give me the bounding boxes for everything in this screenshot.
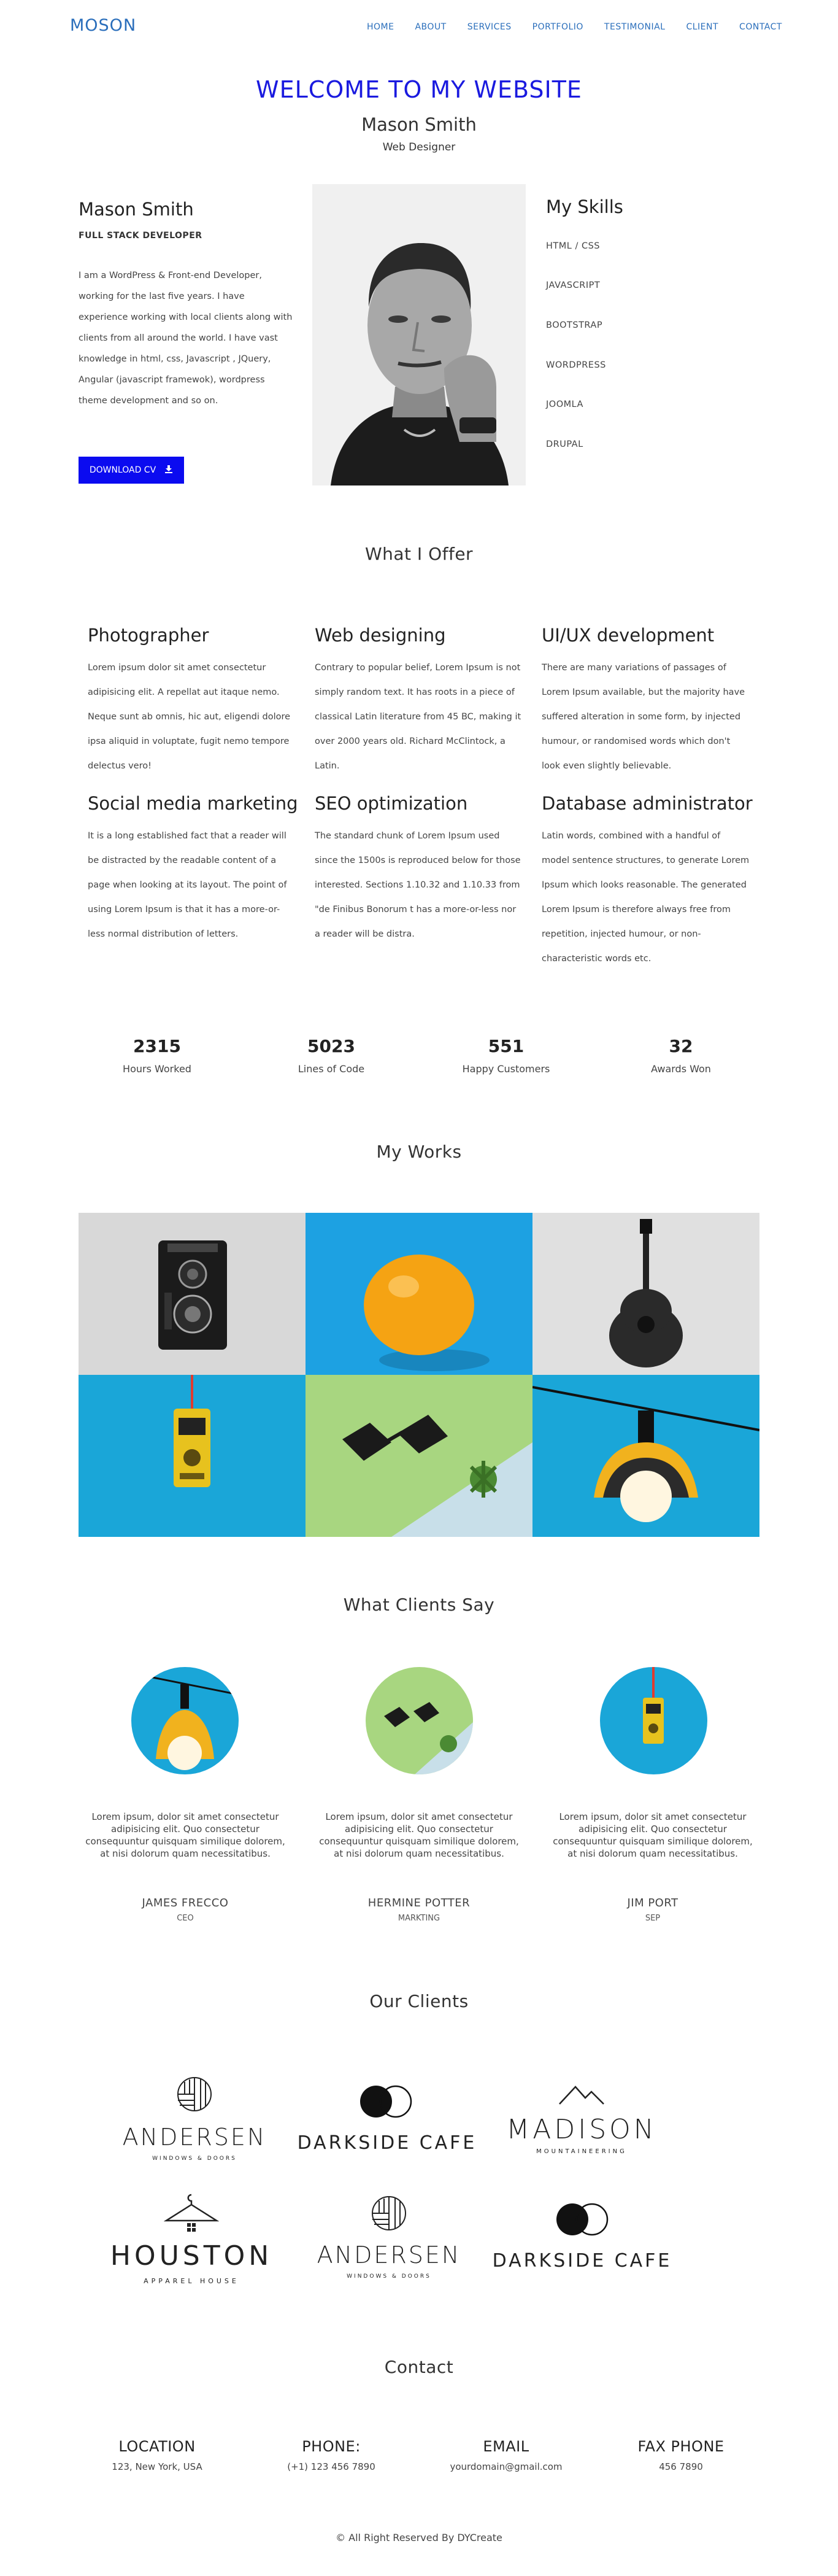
skills-title: My Skills: [546, 196, 623, 217]
about-bio: I am a WordPress & Front-end Developer, …: [79, 271, 293, 406]
portfolio-item-phone[interactable]: [79, 1375, 306, 1537]
contact-value[interactable]: yourdomain@gmail.com: [426, 2461, 586, 2472]
portfolio-item-lamp[interactable]: [532, 1375, 759, 1537]
andersen-logo-icon: [176, 2076, 213, 2115]
testimonial-text: Lorem ipsum, dolor sit amet consectetur …: [319, 1811, 519, 1859]
testimonial-name: HERMINE POTTER: [367, 1897, 471, 1909]
client-houston[interactable]: HOUSTON: [99, 2240, 283, 2272]
skill-item: DRUPAL: [546, 439, 583, 449]
main-nav: HOME ABOUT SERVICES PORTFOLIO TESTIMONIA…: [367, 22, 782, 32]
counter-value: 2315: [133, 1036, 181, 1056]
counter-value: 5023: [307, 1036, 355, 1056]
download-cv-button[interactable]: DOWNLOAD CV: [79, 457, 184, 484]
works-heading: My Works: [376, 1142, 462, 1162]
service-text: There are many variations of passages of…: [542, 663, 745, 771]
contact-value: 123, New York, USA: [112, 2461, 202, 2472]
service-text: Latin words, combined with a handful of …: [542, 831, 750, 964]
skill-item: JAVASCRIPT: [546, 280, 601, 290]
houston-logo-icon: [163, 2194, 220, 2234]
testimonial-text: Lorem ipsum, dolor sit amet consectetur …: [85, 1811, 285, 1859]
clients-heading: Our Clients: [369, 1991, 469, 2011]
hero-name: Mason Smith: [361, 114, 477, 135]
nav-home[interactable]: HOME: [367, 22, 394, 32]
contact-heading: Contact: [384, 2357, 454, 2377]
page: MOSON HOME ABOUT SERVICES PORTFOLIO TEST…: [0, 0, 838, 2576]
testimonial-role: SEP: [645, 1914, 661, 1923]
download-icon: [164, 465, 173, 476]
skill-item: HTML / CSS: [546, 241, 600, 251]
about-name: Mason Smith: [79, 199, 194, 220]
service-text: Lorem ipsum dolor sit amet consectetur a…: [88, 663, 291, 771]
nav-testimonial[interactable]: TESTIMONIAL: [604, 22, 666, 32]
contact-title: PHONE:: [302, 2438, 361, 2455]
service-text: Contrary to popular belief, Lorem Ipsum …: [315, 663, 521, 771]
counter-label: Hours Worked: [123, 1063, 191, 1075]
nav-about[interactable]: ABOUT: [415, 22, 446, 32]
testimonial-avatar: [366, 1667, 473, 1774]
client-darkside-cafe[interactable]: DARKSIDE CAFE: [295, 2132, 479, 2154]
testimonial-role: CEO: [177, 1914, 194, 1923]
service-title: Social media marketing: [88, 793, 298, 814]
about-subtitle: FULL STACK DEVELOPER: [79, 231, 202, 241]
service-text: The standard chunk of Lorem Ipsum used s…: [315, 831, 521, 939]
testimonial-name: JIM PORT: [627, 1897, 678, 1909]
nav-contact[interactable]: CONTACT: [739, 22, 782, 32]
counter-label: Lines of Code: [298, 1063, 365, 1075]
contact-title: EMAIL: [483, 2438, 529, 2455]
hero-role: Web Designer: [382, 141, 456, 153]
client-darkside-cafe[interactable]: DARKSIDE CAFE: [490, 2250, 674, 2272]
portfolio-item-camera[interactable]: [79, 1213, 306, 1375]
darkside-logo-icon: [554, 2202, 610, 2239]
nav-client[interactable]: CLIENT: [686, 22, 718, 32]
client-andersen-tagline: WINDOWS & DOORS: [152, 2156, 237, 2162]
service-title: Database administrator: [542, 793, 753, 814]
download-cv-label: DOWNLOAD CV: [89, 465, 156, 475]
counter-value: 32: [669, 1036, 693, 1056]
madison-logo-icon: [558, 2084, 605, 2108]
client-madison[interactable]: MADISON: [490, 2114, 674, 2145]
service-title: Photographer: [88, 625, 209, 646]
counter-value: 551: [488, 1036, 525, 1056]
counter-label: Happy Customers: [462, 1063, 550, 1075]
services-heading: What I Offer: [364, 544, 474, 564]
service-title: Web designing: [315, 625, 446, 646]
testimonial-avatar: [131, 1667, 239, 1774]
portfolio-item-lemon[interactable]: [306, 1213, 532, 1375]
darkside-logo-icon: [358, 2084, 414, 2121]
skill-item: JOOMLA: [546, 400, 583, 409]
welcome-heading: WELCOME TO MY WEBSITE: [256, 76, 582, 103]
nav-portfolio[interactable]: PORTFOLIO: [532, 22, 583, 32]
andersen-logo-icon: [371, 2195, 407, 2234]
contact-value: 456 7890: [659, 2461, 703, 2472]
nav-services[interactable]: SERVICES: [467, 22, 512, 32]
service-title: UI/UX development: [542, 625, 715, 646]
footer-copyright: © All Right Reserved By DYCreate: [336, 2532, 502, 2543]
contact-title: FAX PHONE: [637, 2438, 725, 2455]
client-andersen[interactable]: ANDERSEN: [297, 2241, 481, 2269]
client-andersen[interactable]: ANDERSEN: [102, 2124, 286, 2151]
skill-item: WORDPRESS: [546, 360, 606, 370]
testimonial-role: MARKTING: [398, 1914, 440, 1923]
skill-item: BOOTSTRAP: [546, 320, 603, 330]
site-logo[interactable]: MOSON: [70, 16, 136, 35]
counter-label: Awards Won: [651, 1063, 711, 1075]
service-text: It is a long established fact that a rea…: [88, 831, 287, 939]
client-madison-tagline: MOUNTAINEERING: [536, 2148, 627, 2155]
client-houston-tagline: APPAREL HOUSE: [144, 2277, 239, 2285]
contact-value[interactable]: (+1) 123 456 7890: [252, 2461, 411, 2472]
portfolio-item-guitar[interactable]: [532, 1213, 759, 1375]
testimonial-avatar: [600, 1667, 707, 1774]
testimonial-name: JAMES FRECCO: [142, 1897, 229, 1909]
contact-title: LOCATION: [118, 2438, 196, 2455]
testimonials-heading: What Clients Say: [343, 1595, 495, 1615]
service-title: SEO optimization: [315, 793, 468, 814]
portfolio-item-sunglasses[interactable]: [306, 1375, 532, 1537]
client-andersen-tagline: WINDOWS & DOORS: [347, 2273, 431, 2280]
testimonial-text: Lorem ipsum, dolor sit amet consectetur …: [553, 1811, 753, 1859]
profile-photo: [312, 184, 526, 485]
